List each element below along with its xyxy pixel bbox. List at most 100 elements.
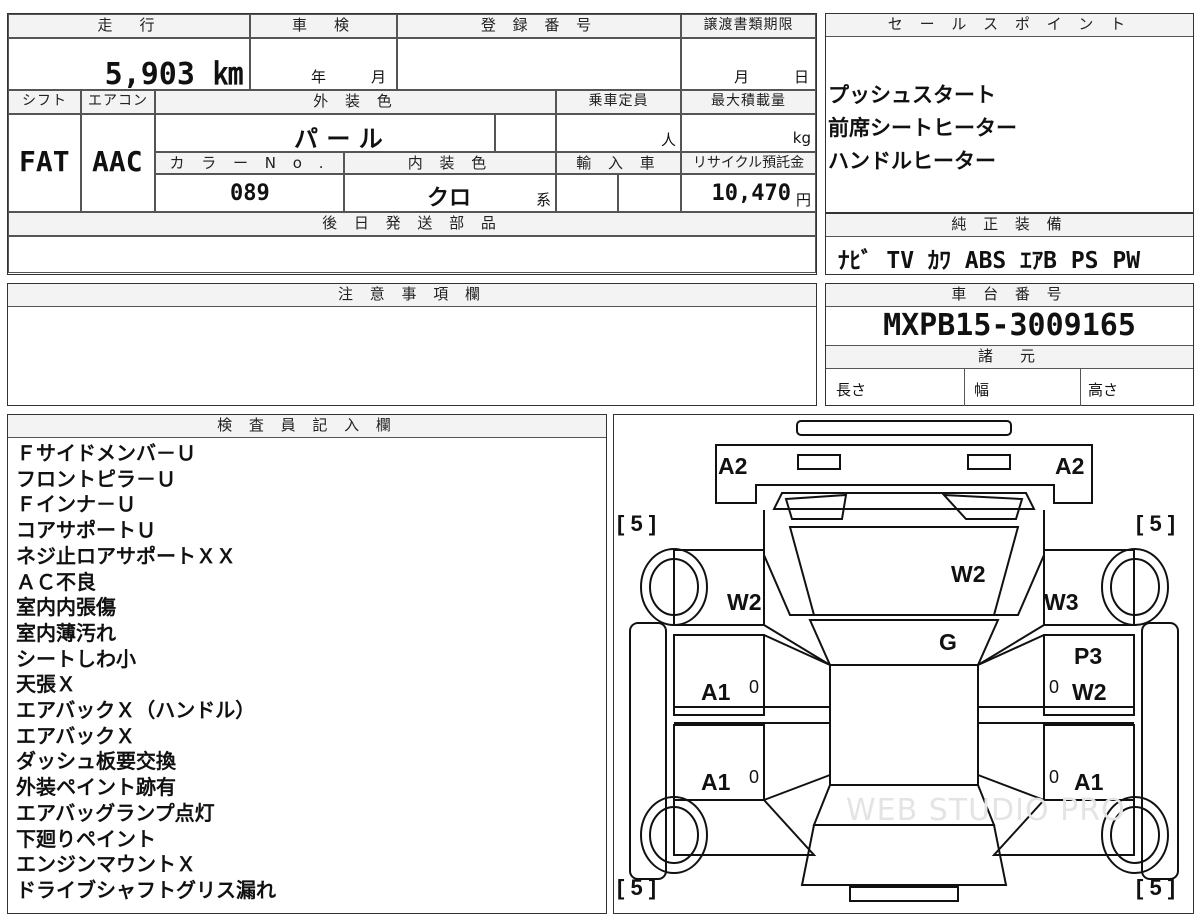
sales-points-list: プッシュスタート 前席シートヒーター ハンドルヒーター [826,37,1193,178]
transfer-deadline-header: 譲渡書類期限 [681,14,816,38]
remark-item: 外装ペイント跡有 [16,775,176,800]
exterior-color-value: パ ー ル [294,125,383,153]
inspection-cell: 年 月 [250,38,397,90]
car-diagram-panel: A2 A2 W2 W2 W3 G P3 A1 0 0 W2 A1 0 0 A1 … [613,414,1194,914]
mark-w3-right-fender: W3 [1044,589,1079,615]
import-cell-2 [618,174,681,212]
notes-header: 注 意 事 項 欄 [8,284,816,307]
recycle-header: リサイクル預託金 [681,152,816,174]
remark-item: エアバックＸ（ハンドル） [16,698,256,723]
chassis-number: MXPB15-3009165 [826,307,1193,346]
remark-item: 室内内張傷 [16,595,116,620]
max-load-unit: kg [792,129,811,147]
capacity-header: 乗車定員 [556,90,681,114]
remark-item: Ｆインナ－Ｕ [16,492,136,517]
mark-w2-hood: W2 [951,561,986,587]
mark-p3-right-door: P3 [1074,643,1103,669]
shift-value: FAT [19,145,70,178]
remark-item: コアサポートＵ [16,518,156,543]
chassis-header: 車 台 番 号 [826,284,1193,307]
remark-item: ＡＣ不良 [16,569,96,594]
sales-point-item: ハンドルヒーター [828,149,996,173]
registration-header: 登 録 番 号 [397,14,681,38]
mark-w2-right-front-door: W2 [1072,679,1107,705]
spec-width-label: 幅 [974,381,990,399]
inspector-header: 検 査 員 記 入 欄 [8,415,606,438]
mark-a2-right: A2 [1055,453,1085,479]
remark-item: Ｆサイドメンバ－Ｕ [16,441,196,465]
ac-cell: AAC [81,114,155,212]
color-no-cell: 089 [155,174,344,212]
max-load-header: 最大積載量 [681,90,816,114]
transfer-deadline-cell: 月 日 [681,38,816,90]
tire-fr-mark: [ 5 ] [1136,511,1176,536]
mark-a1-left-rear-door: A1 [701,769,731,795]
mileage-value: 5,903 ㎞ [104,57,243,92]
import-header: 輸 入 車 [556,152,681,174]
tire-fl-mark: [ 5 ] [617,511,657,536]
sales-point-item: 前席シートヒーター [828,116,1017,140]
recycle-cell: 10,470 円 [681,174,816,212]
mark-zero: 0 [749,677,760,697]
interior-color-header: 内 装 色 [344,152,556,174]
mark-g-windshield: G [939,629,957,655]
shift-header: シフト [8,90,81,114]
remark-item: エアバッグランプ点灯 [16,800,215,825]
remark-item: 下廻りペイント [16,826,156,851]
inspection-year-label: 年 [311,68,327,86]
later-parts-cell [8,236,816,273]
tire-rl-mark: [ 5 ] [617,875,657,900]
inspector-panel: 検 査 員 記 入 欄 Ｆサイドメンバ－Ｕ フロントピラ－Ｕ Ｆインナ－Ｕ コア… [7,414,607,914]
spec-divider [1080,369,1081,406]
spec-height-label: 高さ [1088,381,1119,399]
sales-points-header: セ ー ル ス ポ イ ン ト [826,14,1193,37]
inspection-header: 車 検 [250,14,397,38]
equipment-value: ﾅﾋﾞ TV ｶﾜ ABS ｴｱB PS PW [838,248,1141,274]
exterior-color-extra-cell [495,114,556,152]
transfer-month-label: 月 [734,68,750,86]
spec-divider [964,369,965,406]
inspector-remarks-list: Ｆサイドメンバ－Ｕ フロントピラ－Ｕ Ｆインナ－Ｕ コアサポートＵ ネジ止ロアサ… [8,438,606,904]
specs-header: 諸 元 [826,346,1193,369]
exterior-color-cell: パ ー ル [155,114,495,153]
ac-value: AAC [92,145,143,178]
mark-w2-left-fender: W2 [727,589,762,615]
remark-item: エアバックＸ [16,723,136,748]
mark-zero: 0 [749,767,760,787]
remark-item: ダッシュ板要交換 [16,749,176,774]
registration-cell [397,38,681,90]
tire-rr-mark: [ 5 ] [1136,875,1176,900]
mileage-cell: 5,903 ㎞ [8,38,250,92]
notes-panel: 注 意 事 項 欄 [7,283,817,406]
remark-item: エンジンマウントＸ [16,852,196,877]
exterior-color-header: 外 装 色 [155,90,556,114]
remark-item: 室内薄汚れ [16,620,116,645]
equipment-header: 純 正 装 備 [826,214,1193,237]
sales-point-item: プッシュスタート [828,83,996,107]
mileage-header: 走 行 [8,14,250,38]
mark-a1-left-front-door: A1 [701,679,731,705]
vehicle-info-panel: 走 行 車 検 登 録 番 号 譲渡書類期限 5,903 ㎞ 年 月 月 日 シ… [7,13,817,275]
capacity-cell: 人 [556,114,681,152]
color-no-header: カ ラ ー N o . [155,152,344,174]
mark-zero: 0 [1049,677,1060,697]
mark-a2-left: A2 [718,453,748,479]
interior-color-cell: クロ 系 [344,174,556,212]
shift-cell: FAT [8,114,81,212]
recycle-value: 10,470 [711,181,791,206]
color-no-value: 089 [230,181,270,206]
chassis-panel: 車 台 番 号 MXPB15-3009165 諸 元 長さ 幅 高さ [825,283,1194,406]
sales-points-panel: セ ー ル ス ポ イ ン ト プッシュスタート 前席シートヒーター ハンドルヒ… [825,13,1194,213]
max-load-cell: kg [681,114,816,152]
equipment-panel: 純 正 装 備 ﾅﾋﾞ TV ｶﾜ ABS ｴｱB PS PW [825,213,1194,275]
capacity-unit: 人 [660,131,676,149]
spec-length-label: 長さ [836,381,867,399]
specs-row: 長さ 幅 高さ [826,369,1193,406]
recycle-unit: 円 [795,191,811,209]
remark-item: シートしわ小 [16,646,136,671]
interior-color-value: クロ [427,186,472,211]
watermark: WEB STUDIO PRO [846,793,1126,828]
interior-color-suffix: 系 [535,191,551,209]
ac-header: エアコン [81,90,155,114]
later-parts-header: 後 日 発 送 部 品 [8,212,816,236]
